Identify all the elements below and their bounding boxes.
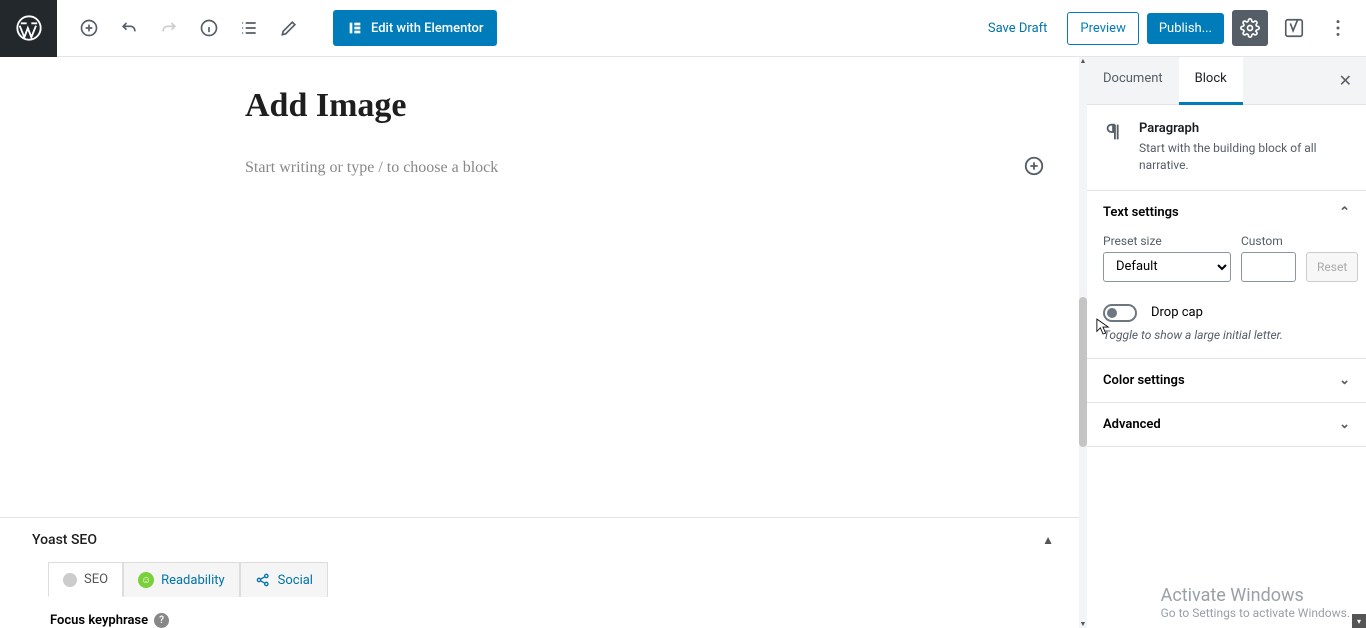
custom-size-label: Custom xyxy=(1241,234,1296,248)
sidebar-close-button[interactable]: ✕ xyxy=(1325,57,1366,104)
sidebar-tab-block[interactable]: Block xyxy=(1179,57,1243,105)
yoast-tab-social[interactable]: Social xyxy=(240,562,328,597)
focus-keyphrase-label: Focus keyphrase xyxy=(50,613,148,628)
elementor-icon xyxy=(347,20,363,36)
section-advanced-header[interactable]: Advanced ⌄ xyxy=(1087,403,1366,446)
edit-button[interactable] xyxy=(271,10,307,46)
workspace: Add Image Start writing or type / to cho… xyxy=(0,57,1366,628)
info-button[interactable] xyxy=(191,10,227,46)
chevron-up-icon: ⌃ xyxy=(1339,205,1350,220)
section-text-settings-header[interactable]: Text settings ⌃ xyxy=(1087,191,1366,234)
yoast-panel-title: Yoast SEO xyxy=(32,532,97,548)
edit-with-elementor-button[interactable]: Edit with Elementor xyxy=(333,10,497,46)
toolbar-left-icons xyxy=(57,10,309,46)
scrollbar-thumb[interactable] xyxy=(1079,297,1087,447)
plus-circle-icon xyxy=(1023,155,1045,177)
yoast-toolbar-button[interactable] xyxy=(1276,10,1312,46)
block-description: Start with the building block of all nar… xyxy=(1139,140,1350,174)
section-color-settings-header[interactable]: Color settings ⌄ xyxy=(1087,359,1366,402)
dropcap-toggle[interactable] xyxy=(1103,304,1137,322)
outline-button[interactable] xyxy=(231,10,267,46)
kebab-icon xyxy=(1327,17,1349,39)
inline-add-block-button[interactable] xyxy=(1023,155,1045,181)
undo-button[interactable] xyxy=(111,10,147,46)
help-icon[interactable]: ? xyxy=(154,613,169,628)
yoast-tab-readability[interactable]: ☺ Readability xyxy=(123,562,240,597)
dropcap-label: Drop cap xyxy=(1151,305,1203,320)
yoast-tabs: SEO ☺ Readability Social xyxy=(48,562,328,597)
sidebar-tabs: Document Block ✕ xyxy=(1087,57,1366,105)
settings-sidebar: ▲ ▼ Document Block ✕ Paragraph Start wit… xyxy=(1086,57,1366,628)
publish-button[interactable]: Publish... xyxy=(1147,13,1224,44)
wordpress-logo[interactable] xyxy=(0,0,57,57)
preset-size-select[interactable]: Default xyxy=(1103,252,1231,282)
font-size-row: Preset size Default Custom Reset xyxy=(1103,234,1350,282)
editor-content: Add Image Start writing or type / to cho… xyxy=(245,57,825,181)
reset-size-button[interactable]: Reset xyxy=(1306,252,1358,282)
settings-button[interactable] xyxy=(1232,10,1268,46)
dropcap-row: Drop cap xyxy=(1103,304,1350,322)
focus-keyphrase-row: Focus keyphrase ? xyxy=(50,613,1036,628)
elementor-button-label: Edit with Elementor xyxy=(371,21,483,36)
preview-button[interactable]: Preview xyxy=(1067,12,1138,45)
seo-status-dot-icon xyxy=(63,573,77,587)
yoast-seo-panel: Yoast SEO ▲ SEO ☺ Readability Social xyxy=(0,517,1086,628)
yoast-tab-seo-label: SEO xyxy=(84,572,108,587)
toolbar-right: Save Draft Preview Publish... xyxy=(976,10,1366,46)
chevron-down-icon: ⌄ xyxy=(1339,417,1350,432)
yoast-tab-readability-label: Readability xyxy=(161,573,225,588)
share-icon xyxy=(255,572,271,588)
section-text-settings-label: Text settings xyxy=(1103,205,1179,220)
section-advanced: Advanced ⌄ xyxy=(1087,403,1366,447)
more-menu-button[interactable] xyxy=(1320,10,1356,46)
editor-canvas: Add Image Start writing or type / to cho… xyxy=(0,57,1086,628)
section-text-settings: Text settings ⌃ Preset size Default Cust… xyxy=(1087,191,1366,359)
paragraph-icon xyxy=(1103,121,1125,174)
redo-button[interactable] xyxy=(151,10,187,46)
section-advanced-label: Advanced xyxy=(1103,417,1161,432)
block-info: Paragraph Start with the building block … xyxy=(1087,105,1366,191)
dropcap-help-text: Toggle to show a large initial letter. xyxy=(1103,328,1350,342)
gear-icon xyxy=(1240,18,1260,38)
yoast-panel-header[interactable]: Yoast SEO ▲ xyxy=(0,518,1086,558)
paragraph-block-row: Start writing or type / to choose a bloc… xyxy=(245,155,825,181)
preset-size-label: Preset size xyxy=(1103,234,1231,248)
yoast-tab-social-label: Social xyxy=(278,573,313,588)
yoast-collapse-button[interactable]: ▲ xyxy=(1042,533,1054,547)
add-block-button[interactable] xyxy=(71,10,107,46)
top-toolbar: Edit with Elementor Save Draft Preview P… xyxy=(0,0,1366,57)
browser-scroll-corner: ▾ xyxy=(1352,614,1366,628)
yoast-tab-seo[interactable]: SEO xyxy=(48,562,123,597)
post-title[interactable]: Add Image xyxy=(245,87,825,125)
paragraph-placeholder[interactable]: Start writing or type / to choose a bloc… xyxy=(245,159,1023,177)
section-color-settings-label: Color settings xyxy=(1103,373,1185,388)
editor-scrollbar[interactable]: ▲ ▼ xyxy=(1079,57,1087,628)
section-color-settings: Color settings ⌄ xyxy=(1087,359,1366,403)
yoast-icon xyxy=(1283,17,1305,39)
custom-size-input[interactable] xyxy=(1241,252,1296,282)
block-name: Paragraph xyxy=(1139,121,1350,136)
yoast-body: Focus keyphrase ? xyxy=(0,597,1086,628)
readability-smiley-icon: ☺ xyxy=(138,572,154,588)
chevron-down-icon: ⌄ xyxy=(1339,373,1350,388)
save-draft-button[interactable]: Save Draft xyxy=(976,13,1060,44)
wordpress-icon xyxy=(15,14,43,42)
text-settings-body: Preset size Default Custom Reset Drop ca… xyxy=(1087,234,1366,358)
sidebar-tab-document[interactable]: Document xyxy=(1087,57,1179,104)
